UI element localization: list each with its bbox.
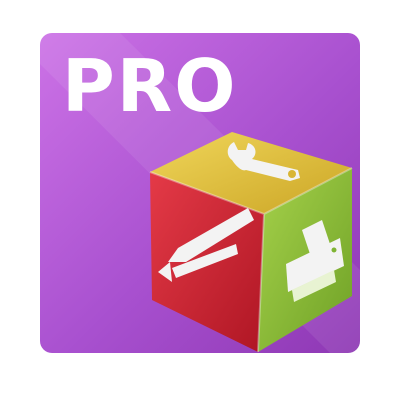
app-icon: PRO [0,0,400,400]
icon-title-text: PRO [62,44,238,128]
